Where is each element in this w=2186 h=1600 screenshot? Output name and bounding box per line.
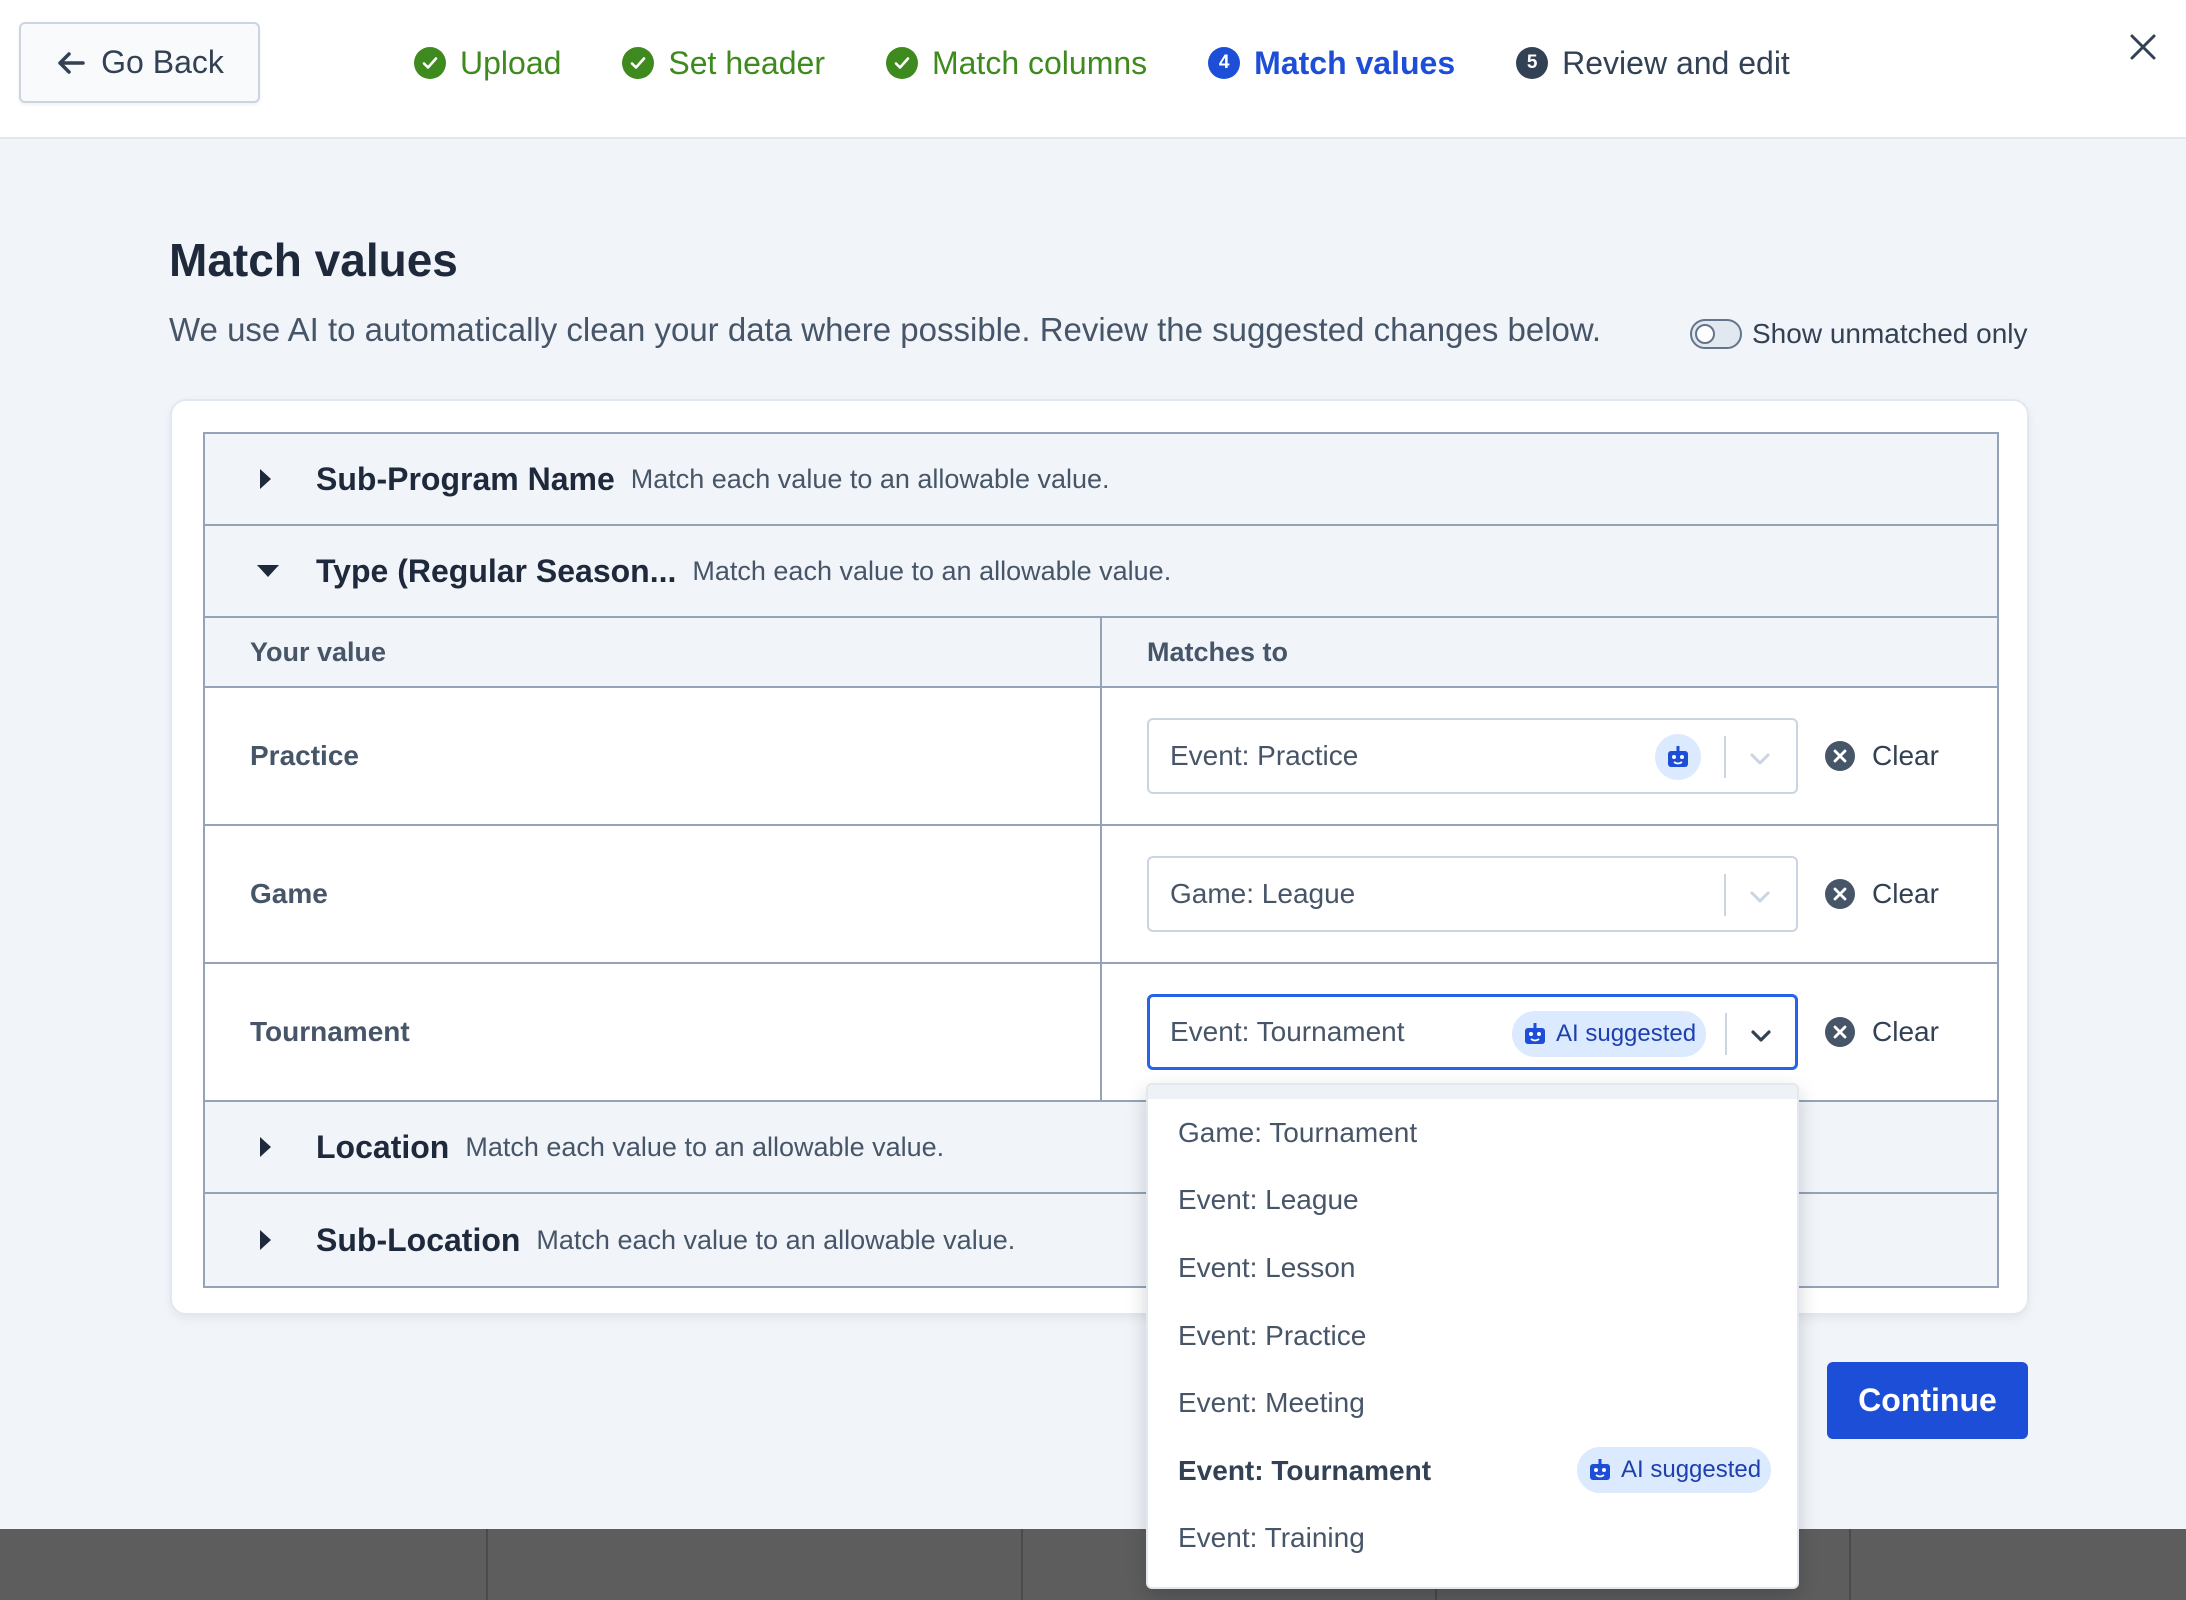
dropdown-option[interactable]: Event: Training — [1148, 1505, 1797, 1573]
clear-label: Clear — [1872, 1016, 1939, 1047]
step-number-badge: 5 — [1516, 47, 1549, 79]
wizard-header: Go Back Upload Set header Match columns — [0, 0, 2186, 139]
check-circle-icon — [622, 47, 655, 79]
robot-icon — [1590, 1458, 1610, 1480]
go-back-label: Go Back — [101, 44, 224, 80]
step-review-and-edit: 5 Review and edit — [1516, 45, 1790, 82]
continue-button[interactable]: Continue — [1827, 1362, 2028, 1439]
clear-circle-icon — [1825, 741, 1855, 771]
your-value-cell: Game — [205, 826, 1102, 962]
column-header-matches-to: Matches to — [1147, 636, 1289, 667]
table-row: Practice Event: Practice Clear — [205, 688, 1997, 826]
section-description: Match each value to an allowable value. — [536, 1224, 1016, 1255]
step-number-badge: 4 — [1208, 47, 1241, 79]
section-sub-program-name[interactable]: Sub-Program Name Match each value to an … — [205, 434, 1997, 526]
clear-button[interactable]: Clear — [1824, 1016, 1939, 1048]
match-select-focused[interactable]: Event: Tournament AI suggested — [1147, 994, 1798, 1070]
step-label: Match columns — [931, 44, 1148, 81]
caret-right-icon[interactable] — [255, 1228, 275, 1252]
section-description: Match each value to an allowable value. — [692, 555, 1172, 586]
select-value: Event: Practice — [1170, 740, 1359, 771]
table-row: Tournament Event: Tournament AI suggeste… — [205, 964, 1997, 1102]
caret-down-icon[interactable] — [255, 561, 281, 581]
ai-suggested-badge: AI suggested — [1512, 1011, 1707, 1057]
wizard-steps: Upload Set header Match columns 4 Match … — [414, 42, 1851, 84]
step-upload: Upload — [414, 45, 561, 82]
select-divider — [1725, 1013, 1727, 1055]
select-value[interactable]: Event: Tournament — [1170, 1016, 1405, 1048]
clear-circle-icon — [1825, 879, 1855, 909]
your-value-cell: Tournament — [205, 964, 1102, 1100]
select-divider — [1724, 736, 1726, 778]
chevron-down-icon[interactable] — [1746, 1021, 1776, 1051]
go-back-button[interactable]: Go Back — [19, 22, 260, 103]
step-label: Review and edit — [1562, 44, 1790, 81]
arrow-left-icon — [58, 51, 85, 74]
chevron-down-icon[interactable] — [1745, 882, 1775, 912]
page-title: Match values — [169, 234, 458, 286]
matches-to-cell: Event: Practice Clear — [1102, 688, 1997, 824]
caret-right-icon[interactable] — [255, 1135, 275, 1159]
matches-to-cell: Event: Tournament AI suggested Clear — [1102, 964, 1997, 1100]
clear-button[interactable]: Clear — [1824, 878, 1939, 910]
close-icon[interactable] — [2126, 30, 2160, 64]
section-name: Location — [316, 1128, 450, 1165]
step-set-header: Set header — [622, 45, 825, 82]
match-select[interactable]: Game: League — [1147, 856, 1798, 932]
match-select[interactable]: Event: Practice — [1147, 718, 1798, 794]
background-column-divider — [486, 1529, 488, 1600]
select-divider — [1724, 874, 1726, 916]
section-name: Sub-Program Name — [316, 460, 615, 497]
clear-label: Clear — [1872, 878, 1939, 909]
page-subtitle: We use AI to automatically clean your da… — [169, 311, 1602, 348]
step-match-values: 4 Match values — [1208, 45, 1455, 82]
toggle-knob — [1695, 324, 1715, 344]
ai-suggested-label: AI suggested — [1556, 1020, 1697, 1047]
step-match-columns: Match columns — [885, 44, 1148, 82]
section-name: Sub-Location — [316, 1221, 521, 1258]
step-label: Match values — [1254, 44, 1456, 81]
ai-suggested-badge: AI suggested — [1577, 1446, 1772, 1493]
match-values-modal: Go Back Upload Set header Match columns — [0, 0, 2186, 1529]
show-unmatched-toggle[interactable]: Show unmatched only — [1690, 318, 2028, 350]
robot-icon — [1525, 1023, 1545, 1044]
dropdown-option[interactable]: Event: League — [1148, 1167, 1797, 1235]
column-header-your-value: Your value — [205, 618, 1102, 686]
table-header: Your value Matches to — [205, 618, 1997, 688]
check-circle-icon — [885, 47, 918, 79]
step-label: Upload — [460, 44, 562, 81]
dropdown-option[interactable]: Event: Meeting — [1148, 1369, 1797, 1437]
background-column-divider — [1849, 1529, 1851, 1600]
toggle-switch[interactable] — [1690, 319, 1742, 349]
section-description: Match each value to an allowable value. — [630, 463, 1110, 494]
clear-circle-icon — [1825, 1017, 1855, 1047]
background-column-divider — [1021, 1529, 1023, 1600]
dropdown-scroll-top — [1148, 1085, 1797, 1099]
ai-suggested-label: AI suggested — [1621, 1455, 1762, 1483]
section-name: Type (Regular Season... — [316, 552, 677, 589]
step-label: Set header — [668, 44, 825, 81]
dropdown-option-label: Event: Tournament — [1178, 1454, 1432, 1486]
clear-button[interactable]: Clear — [1824, 740, 1939, 772]
table-row: Game Game: League Clear — [205, 826, 1997, 964]
clear-label: Clear — [1872, 740, 1939, 771]
toggle-label: Show unmatched only — [1752, 318, 2028, 349]
section-type[interactable]: Type (Regular Season... Match each value… — [205, 526, 1997, 618]
dropdown-option-selected[interactable]: Event: Tournament AI suggested — [1148, 1437, 1797, 1505]
dropdown-option[interactable]: Event: Practice — [1148, 1302, 1797, 1370]
check-circle-icon — [414, 47, 446, 79]
dropdown-option[interactable]: Game: Tournament — [1148, 1099, 1797, 1167]
matches-to-cell: Game: League Clear — [1102, 826, 1997, 962]
caret-right-icon[interactable] — [255, 467, 275, 491]
match-options-dropdown: Game: Tournament Event: League Event: Le… — [1146, 1083, 1799, 1589]
dropdown-option[interactable]: Event: Lesson — [1148, 1234, 1797, 1302]
select-value: Game: League — [1170, 878, 1356, 909]
background-spreadsheet — [0, 1529, 2186, 1600]
section-description: Match each value to an allowable value. — [465, 1131, 945, 1162]
chevron-down-icon[interactable] — [1745, 744, 1775, 774]
robot-icon — [1655, 734, 1701, 780]
your-value-cell: Practice — [205, 688, 1102, 824]
